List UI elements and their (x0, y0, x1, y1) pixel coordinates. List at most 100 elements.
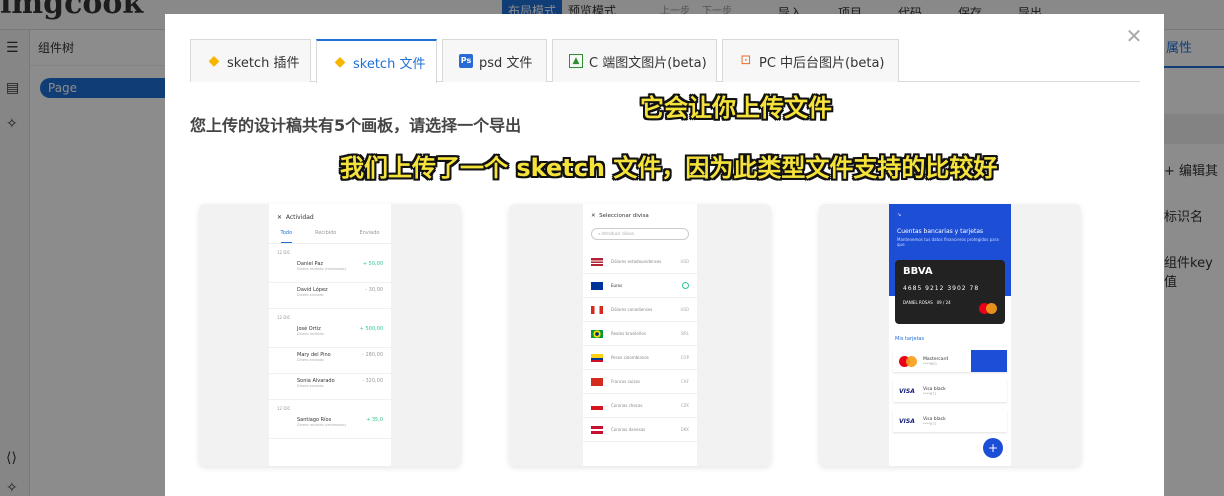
search-placeholder: Introducir divisa (601, 231, 634, 236)
section-title: Mis tarjetas (895, 336, 925, 342)
item-sub: Dinero enviado (297, 384, 324, 388)
flag-dk-icon (591, 425, 603, 434)
artboard-tab: Recibido (315, 230, 337, 236)
card-name: Mastercard (923, 356, 949, 362)
artboard-tabs: Todo Recibido Enviado (269, 230, 391, 244)
list-item: Dólares canadienses USD (583, 298, 697, 322)
item-amount: + 50,00 (362, 261, 383, 267)
flag-co-icon (591, 353, 603, 362)
psd-icon: Ps (459, 54, 473, 68)
currency-name: Coronas checas (611, 403, 643, 408)
item-sub: Dinero recibido (reclamado) (297, 423, 346, 427)
sketch-icon: ◆ (208, 53, 220, 69)
tab-label: sketch 文件 (353, 56, 426, 72)
list-item: Daniel Paz Dinero recibido (reclamado) + … (269, 257, 391, 283)
flag-br-icon (591, 329, 603, 338)
card-number: 4685 9212 3902 78 (903, 285, 980, 292)
list-item: Santiago Ríos Dinero recibido (reclamado)… (269, 413, 391, 439)
pc-icon: ⊡ (740, 53, 752, 68)
item-sub: Dinero enviado (297, 293, 324, 297)
currency-code: USD (680, 307, 689, 312)
item-sub: Dinero enviado (297, 358, 324, 362)
flag-ca-icon (591, 305, 603, 314)
list-item: Mary del Pino Dinero enviado - 280,00 (269, 348, 391, 374)
back-icon: ↘ (897, 212, 902, 218)
flag-cz-icon (591, 401, 603, 410)
card-num: ****871 (923, 421, 937, 426)
close-icon: ✕ (591, 213, 596, 219)
tab-psd-file[interactable]: Ps psd 文件 (442, 39, 547, 82)
artboard-title: Actividad (285, 213, 314, 221)
card-owner: DANIEL ROSAS (903, 300, 933, 305)
currency-code: USD (680, 259, 689, 264)
add-card-button: + (983, 438, 1003, 458)
list-item: José Ortiz Dinero recibido + 500,00 (269, 322, 391, 348)
card-num: ****883 (923, 361, 937, 366)
currency-name: Coronas danesas (611, 427, 646, 432)
list-item: Coronas danesas DKK (583, 418, 697, 442)
card-actions (971, 350, 1007, 372)
artboard-preview: ✕ Seleccionar divisa ⌕ Introducir divisa… (583, 204, 697, 466)
list-item: Euros (583, 274, 697, 298)
artboard-subtitle: Mantenemos tus datos financieros protegi… (897, 237, 999, 247)
sketch-icon: ◆ (334, 54, 346, 70)
artboard-preview: ✕ Actividad Todo Recibido Enviado 12 DIC… (269, 204, 391, 466)
tab-label: psd 文件 (479, 55, 533, 71)
flag-ch-icon (591, 377, 603, 386)
list-item: VISA Visa black ****871 (893, 380, 1007, 402)
card-num: ****871 (923, 391, 937, 396)
artboard-header: ✕ Seleccionar divisa (583, 204, 697, 228)
image-icon: ▲ (569, 54, 583, 68)
list-item: Coronas checas CZK (583, 394, 697, 418)
bank-name: BBVA (903, 266, 933, 277)
item-amount: - 320,00 (362, 378, 383, 384)
check-icon (682, 282, 689, 289)
item-amount: + 35,0 (366, 417, 383, 423)
list-item: Francos suizos CHF (583, 370, 697, 394)
artboard-card-tarjetas[interactable]: ↘ Cuentas bancarias y tarjetas Mantenemo… (819, 204, 1081, 466)
list-item: Dólares estadounidenses USD (583, 250, 697, 274)
list-item: Mastercard ****883 (893, 350, 1007, 372)
currency-name: Pesos colombianos (611, 355, 649, 360)
currency-code: DKK (680, 427, 689, 432)
flag-eu-icon (591, 281, 603, 290)
list-item: Sonia Alvarado Dinero enviado - 320,00 (269, 374, 391, 400)
currency-code: CHF (680, 379, 689, 384)
artboard-tab: Todo (280, 230, 293, 243)
upload-modal: ✕ ◆ sketch 插件 ◆ sketch 文件 Ps psd 文件 ▲ C … (165, 14, 1164, 496)
item-amount: - 30,00 (365, 287, 383, 293)
visa-logo: VISA (899, 417, 915, 425)
card-expiry: 09 / 24 (936, 300, 951, 305)
tab-label: sketch 插件 (227, 55, 300, 71)
list-item: Reales brasileños BRL (583, 322, 697, 346)
currency-code: BRL (681, 331, 689, 336)
artboard-date: 12 DIC (277, 315, 291, 320)
artboard-card-actividad[interactable]: ✕ Actividad Todo Recibido Enviado 12 DIC… (199, 204, 461, 466)
artboard-heading: 您上传的设计稿共有5个画板，请选择一个导出 (190, 116, 522, 135)
item-amount: - 280,00 (362, 352, 383, 358)
close-icon: ✕ (277, 213, 283, 221)
tab-label: C 端图文图片(beta) (589, 55, 707, 71)
mastercard-icon (899, 355, 917, 367)
list-item: David López Dinero enviado - 30,00 (269, 283, 391, 309)
tab-pc-image[interactable]: ⊡ PC 中后台图片(beta) (722, 39, 899, 82)
artboard-tab: Enviado (359, 230, 380, 236)
mastercard-icon (979, 303, 997, 314)
card-name: Visa black (923, 416, 946, 422)
tab-sketch-plugin[interactable]: ◆ sketch 插件 (190, 39, 311, 82)
currency-name: Dólares canadienses (611, 307, 653, 312)
artboard-date: 12 DIC (277, 406, 291, 411)
item-sub: Dinero recibido (297, 332, 324, 336)
bank-card: BBVA 4685 9212 3902 78 DANIEL ROSAS 09 /… (895, 260, 1005, 324)
visa-logo: VISA (899, 387, 915, 395)
card-name: Visa black (923, 386, 946, 392)
list-item: Pesos colombianos COP (583, 346, 697, 370)
artboard-card-divisa[interactable]: ✕ Seleccionar divisa ⌕ Introducir divisa… (509, 204, 771, 466)
item-sub: Dinero recibido (reclamado) (297, 267, 346, 271)
list-item: VISA Visa black ****871 (893, 410, 1007, 432)
tab-c-image[interactable]: ▲ C 端图文图片(beta) (552, 39, 717, 82)
upload-tabs: ◆ sketch 插件 ◆ sketch 文件 Ps psd 文件 ▲ C 端图… (190, 39, 1140, 83)
tab-sketch-file[interactable]: ◆ sketch 文件 (316, 39, 437, 83)
artboard-preview: ↘ Cuentas bancarias y tarjetas Mantenemo… (889, 204, 1011, 466)
currency-name: Reales brasileños (611, 331, 646, 336)
